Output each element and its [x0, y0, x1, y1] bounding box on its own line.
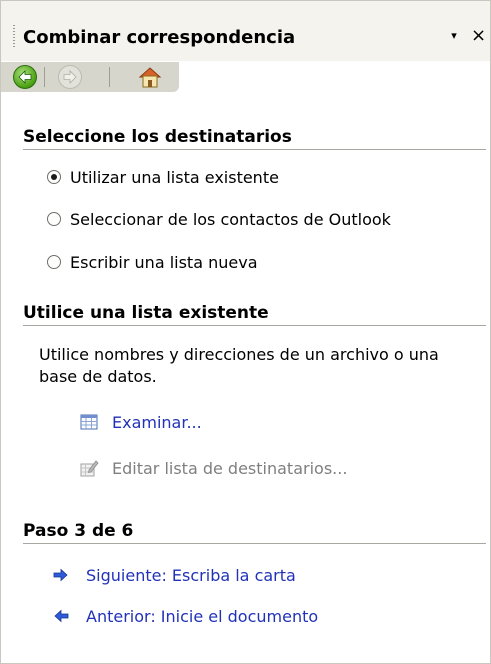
nav-separator — [44, 67, 45, 87]
mail-merge-task-pane: Combinar correspondencia ▾ × Seleccione … — [0, 0, 491, 664]
back-arrow-icon — [18, 70, 32, 84]
section-divider — [23, 325, 486, 326]
forward-button — [58, 65, 82, 89]
browse-link[interactable]: Examinar... — [79, 410, 202, 434]
radio-button-selected[interactable] — [47, 170, 61, 184]
section-divider — [23, 543, 486, 544]
nav-separator — [109, 67, 110, 87]
step-heading: Paso 3 de 6 — [23, 521, 134, 541]
right-arrow-icon — [53, 568, 68, 582]
pane-menu-dropdown-icon[interactable]: ▾ — [447, 29, 461, 43]
drag-grip-handle[interactable] — [13, 25, 15, 47]
table-grid-icon — [80, 414, 98, 430]
radio-outlook-contacts[interactable]: Seleccionar de los contactos de Outlook — [47, 207, 391, 231]
home-button[interactable] — [137, 65, 163, 89]
recipients-heading: Seleccione los destinatarios — [23, 127, 292, 147]
edit-recipient-list-link: Editar lista de destinatarios... — [79, 456, 347, 480]
existing-list-description: Utilice nombres y direcciones de un arch… — [39, 345, 439, 386]
previous-step-label: Anterior: Inicie el documento — [86, 606, 319, 626]
radio-use-existing-list[interactable]: Utilizar una lista existente — [47, 165, 279, 189]
radio-label: Escribir una lista nueva — [70, 252, 258, 272]
close-pane-icon[interactable]: × — [471, 27, 487, 45]
home-icon — [138, 67, 162, 88]
edit-recipient-list-label: Editar lista de destinatarios... — [112, 458, 348, 478]
browse-label: Examinar... — [112, 412, 202, 432]
next-step-label: Siguiente: Escriba la carta — [86, 565, 296, 585]
pane-navigation-bar — [1, 62, 179, 92]
radio-label: Utilizar una lista existente — [70, 167, 279, 187]
section-divider — [23, 149, 486, 150]
left-arrow-icon — [54, 609, 69, 623]
forward-arrow-icon — [63, 70, 77, 84]
edit-list-icon — [80, 460, 99, 477]
existing-list-heading: Utilice una lista existente — [23, 303, 269, 323]
task-pane-title: Combinar correspondencia — [23, 27, 296, 48]
back-button[interactable] — [13, 65, 37, 89]
task-pane-title-bar: Combinar correspondencia ▾ × — [1, 1, 490, 61]
radio-label: Seleccionar de los contactos de Outlook — [70, 209, 391, 229]
previous-step-link[interactable]: Anterior: Inicie el documento — [51, 604, 318, 628]
radio-button[interactable] — [47, 255, 61, 269]
radio-button[interactable] — [47, 212, 61, 226]
radio-new-list[interactable]: Escribir una lista nueva — [47, 250, 258, 274]
next-step-link[interactable]: Siguiente: Escriba la carta — [51, 563, 296, 587]
